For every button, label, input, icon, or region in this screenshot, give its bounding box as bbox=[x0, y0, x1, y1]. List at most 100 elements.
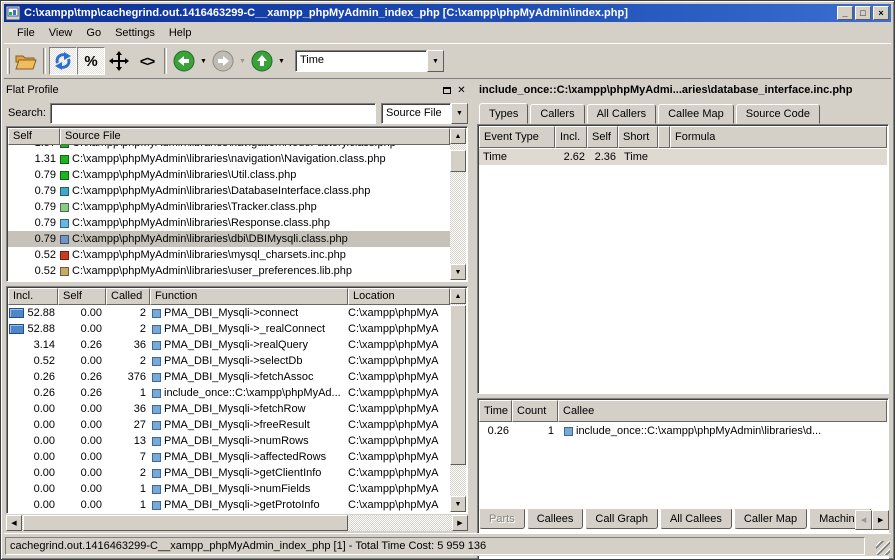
event-type-value: Time bbox=[295, 50, 427, 72]
column-header-count[interactable]: Count bbox=[512, 400, 558, 422]
table-row[interactable]: 3.140.2636PMA_DBI_Mysqli->realQueryC:\xa… bbox=[8, 337, 450, 353]
menu-item-view[interactable]: View bbox=[42, 25, 80, 41]
column-header-callee[interactable]: Callee bbox=[558, 400, 887, 422]
back-dropdown-arrow[interactable]: ▼ bbox=[198, 47, 209, 75]
column-header-event-type[interactable]: Event Type bbox=[479, 126, 555, 148]
menu-item-help[interactable]: Help bbox=[162, 25, 199, 41]
float-dock-icon[interactable] bbox=[440, 84, 453, 97]
back-button[interactable] bbox=[170, 47, 198, 75]
group-combobox[interactable]: Source File ▼ bbox=[381, 103, 468, 124]
close-dock-icon[interactable]: ✕ bbox=[455, 84, 468, 97]
function-table-body: 52.880.002PMA_DBI_Mysqli->connectC:\xamp… bbox=[8, 305, 450, 512]
scroll-left-icon[interactable]: ◀ bbox=[6, 515, 22, 531]
table-row[interactable]: 0.000.0036PMA_DBI_Mysqli->fetchRowC:\xam… bbox=[8, 401, 450, 417]
table-row[interactable]: 0.000.001PMA_DBI_Mysqli->numFieldsC:\xam… bbox=[8, 481, 450, 497]
table-row[interactable]: 0.261include_once::C:\xampp\phpMyAdmin\l… bbox=[479, 423, 887, 439]
relative-percent-button[interactable]: % bbox=[77, 47, 105, 75]
tab-callers[interactable]: Callers bbox=[530, 104, 584, 124]
toolbar-handle[interactable] bbox=[7, 48, 10, 74]
table-row[interactable]: 0.260.261include_once::C:\xampp\phpMyAd.… bbox=[8, 385, 450, 401]
menu-item-settings[interactable]: Settings bbox=[108, 25, 162, 41]
table-row[interactable]: 0.79C:\xampp\phpMyAdmin\libraries\dbi\DB… bbox=[8, 231, 450, 247]
table-row[interactable]: 0.52C:\xampp\phpMyAdmin\libraries\user_p… bbox=[8, 263, 450, 279]
table-row[interactable]: 0.79C:\xampp\phpMyAdmin\libraries\Util.c… bbox=[8, 167, 450, 183]
table-row[interactable]: 0.79C:\xampp\phpMyAdmin\libraries\Respon… bbox=[8, 215, 450, 231]
table-row[interactable]: 0.000.007PMA_DBI_Mysqli->affectedRowsC:\… bbox=[8, 449, 450, 465]
column-header-self[interactable]: Self bbox=[8, 128, 60, 145]
file-path-cell: C:\xampp\phpMyAdmin\libraries\dbi\DBIMys… bbox=[72, 233, 450, 245]
up-button[interactable] bbox=[248, 47, 276, 75]
tab-all-callers[interactable]: All Callers bbox=[587, 104, 657, 124]
menu-item-go[interactable]: Go bbox=[79, 25, 108, 41]
menu-item-file[interactable]: File bbox=[10, 25, 42, 41]
title-bar[interactable]: C:\xampp\tmp\cachegrind.out.1416463299-C… bbox=[4, 4, 891, 22]
table-row[interactable]: 0.52C:\xampp\phpMyAdmin\libraries\mysql_… bbox=[8, 247, 450, 263]
column-header-time[interactable]: Time bbox=[479, 400, 512, 422]
forward-button[interactable] bbox=[209, 47, 237, 75]
up-dropdown-arrow[interactable]: ▼ bbox=[276, 47, 287, 75]
table-row[interactable]: 0.79C:\xampp\phpMyAdmin\libraries\Tracke… bbox=[8, 199, 450, 215]
table-row[interactable]: 1.31C:\xampp\phpMyAdmin\libraries\naviga… bbox=[8, 151, 450, 167]
tab-source-code[interactable]: Source Code bbox=[736, 104, 820, 124]
scrollbar-thumb[interactable] bbox=[23, 515, 348, 531]
cycle-detection-button[interactable] bbox=[49, 47, 77, 75]
scrollbar-thumb[interactable] bbox=[450, 305, 466, 465]
table-row[interactable]: 0.000.0027PMA_DBI_Mysqli->freeResultC:\x… bbox=[8, 417, 450, 433]
scroll-up-icon[interactable]: ▲ bbox=[450, 288, 466, 304]
table-row[interactable]: 0.520.002PMA_DBI_Mysqli->selectDbC:\xamp… bbox=[8, 353, 450, 369]
column-header-called[interactable]: Called bbox=[106, 288, 150, 305]
minimize-button[interactable]: _ bbox=[837, 6, 853, 20]
table-row[interactable]: 52.880.002PMA_DBI_Mysqli->connectC:\xamp… bbox=[8, 305, 450, 321]
tab-types[interactable]: Types bbox=[479, 103, 528, 124]
column-header-self[interactable]: Self bbox=[58, 288, 106, 305]
tab-scroll-right-icon[interactable]: ▶ bbox=[872, 510, 889, 530]
move-button[interactable] bbox=[105, 47, 133, 75]
scroll-up-icon[interactable]: ▲ bbox=[450, 128, 466, 144]
group-dropdown-button[interactable]: ▼ bbox=[451, 103, 468, 124]
tab-callee-map[interactable]: Callee Map bbox=[658, 104, 734, 124]
maximize-button[interactable]: □ bbox=[855, 6, 871, 20]
table-row[interactable]: 0.260.26376PMA_DBI_Mysqli->fetchAssocC:\… bbox=[8, 369, 450, 385]
table-row[interactable]: Time2.622.36Time bbox=[479, 149, 887, 165]
column-header-location[interactable]: Location bbox=[348, 288, 450, 305]
forward-dropdown-arrow[interactable]: ▼ bbox=[237, 47, 248, 75]
table-row[interactable]: 0.000.001PMA_DBI_Mysqli->getProtoInfoC:\… bbox=[8, 497, 450, 512]
table-row[interactable]: 52.880.002PMA_DBI_Mysqli->_realConnectC:… bbox=[8, 321, 450, 337]
function-cell: PMA_DBI_Mysqli->numRows bbox=[150, 435, 348, 447]
scroll-right-icon[interactable]: ▶ bbox=[452, 515, 468, 531]
table-row[interactable]: 0.79C:\xampp\phpMyAdmin\libraries\Databa… bbox=[8, 183, 450, 199]
incl-cell: 0.00 bbox=[8, 499, 58, 511]
close-button[interactable]: × bbox=[873, 6, 889, 20]
table-row[interactable]: 0.000.0013PMA_DBI_Mysqli->numRowsC:\xamp… bbox=[8, 433, 450, 449]
open-file-button[interactable] bbox=[12, 47, 40, 75]
column-header-incl[interactable]: Incl. bbox=[8, 288, 58, 305]
resize-grip[interactable] bbox=[876, 541, 890, 555]
event-type-combobox[interactable]: Time ▼ bbox=[295, 50, 444, 72]
file-table-vscrollbar[interactable]: ▲ ▼ bbox=[450, 128, 466, 280]
bottom-tab-parts[interactable]: Parts bbox=[479, 509, 525, 529]
column-header-self[interactable]: Self bbox=[587, 126, 618, 148]
column-header-blank[interactable] bbox=[658, 126, 670, 148]
bottom-tab-call-graph[interactable]: Call Graph bbox=[585, 509, 658, 529]
column-header-short[interactable]: Short bbox=[618, 126, 658, 148]
self-cell: 0.79 bbox=[8, 217, 60, 229]
column-header-formula[interactable]: Formula bbox=[670, 126, 887, 148]
column-header-source-file[interactable]: Source File bbox=[60, 128, 450, 145]
table-row[interactable]: 0.000.002PMA_DBI_Mysqli->getClientInfoC:… bbox=[8, 465, 450, 481]
bottom-tab-caller-map[interactable]: Caller Map bbox=[734, 509, 807, 529]
column-header-function[interactable]: Function bbox=[150, 288, 348, 305]
function-table-vscrollbar[interactable]: ▲ ▼ bbox=[450, 288, 466, 512]
search-input[interactable] bbox=[50, 103, 376, 124]
scroll-down-icon[interactable]: ▼ bbox=[450, 264, 466, 280]
expand-button[interactable]: <> bbox=[133, 47, 161, 75]
scroll-down-icon[interactable]: ▼ bbox=[450, 496, 466, 512]
combobox-dropdown-button[interactable]: ▼ bbox=[427, 50, 444, 72]
scrollbar-thumb[interactable] bbox=[450, 150, 466, 172]
toolbar-separator bbox=[43, 48, 46, 74]
bottom-tab-callees[interactable]: Callees bbox=[527, 509, 584, 529]
incl-cell: 0.26 bbox=[8, 371, 58, 383]
column-header-incl[interactable]: Incl. bbox=[555, 126, 587, 148]
function-table-hscrollbar[interactable]: ◀ ▶ bbox=[6, 515, 468, 531]
tab-scroll-left-icon[interactable]: ◀ bbox=[855, 510, 872, 530]
bottom-tab-all-callees[interactable]: All Callees bbox=[660, 509, 732, 529]
